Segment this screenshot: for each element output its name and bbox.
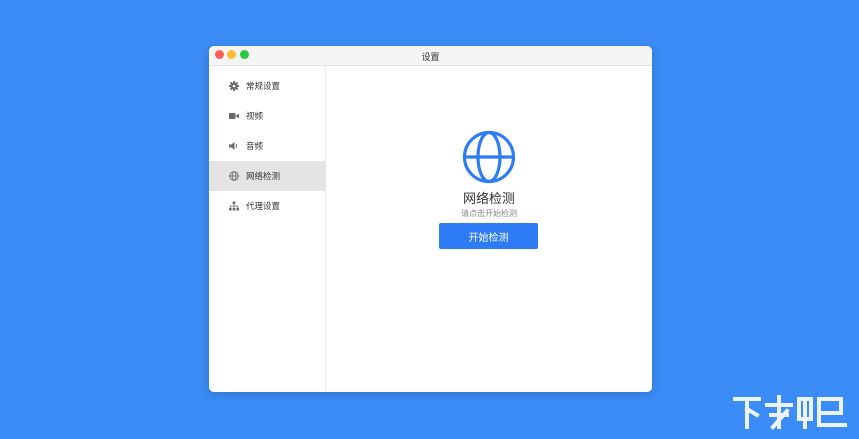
sidebar-item-label: 视频	[246, 112, 264, 122]
speaker-icon	[229, 141, 239, 151]
settings-sidebar: 常规设置 视频 音频 网络检测 代理设置	[209, 66, 326, 392]
sidebar-item-label: 网络检测	[246, 172, 281, 182]
sidebar-item-general[interactable]: 常规设置	[209, 71, 326, 101]
sidebar-item-label: 代理设置	[246, 202, 281, 212]
sidebar-item-network-check[interactable]: 网络检测	[209, 161, 326, 191]
sidebar-item-label: 音频	[246, 142, 264, 152]
sidebar-item-label: 常规设置	[246, 82, 281, 92]
network-tree-icon	[229, 201, 239, 211]
sidebar-item-audio[interactable]: 音频	[209, 131, 326, 161]
globe-icon	[229, 171, 239, 181]
globe-icon	[462, 130, 516, 184]
hint-text: 请点击开始检测	[461, 209, 517, 218]
window-title: 设置	[421, 53, 440, 63]
network-check-panel: 网络检测 请点击开始检测 开始检测	[326, 66, 652, 392]
sidebar-item-video[interactable]: 视频	[209, 101, 326, 131]
video-camera-icon	[229, 111, 239, 121]
start-check-button[interactable]: 开始检测	[439, 223, 538, 249]
sidebar-item-proxy[interactable]: 代理设置	[209, 191, 326, 221]
title-bar: 设置	[209, 46, 652, 66]
site-logo-watermark	[733, 395, 847, 430]
gear-icon	[229, 81, 239, 91]
page-title: 网络检测	[462, 192, 515, 207]
settings-window: 设置 常规设置 视频 音频 网络检测 代理设置 网络检测 请点击开始检测 开始检…	[209, 46, 652, 392]
